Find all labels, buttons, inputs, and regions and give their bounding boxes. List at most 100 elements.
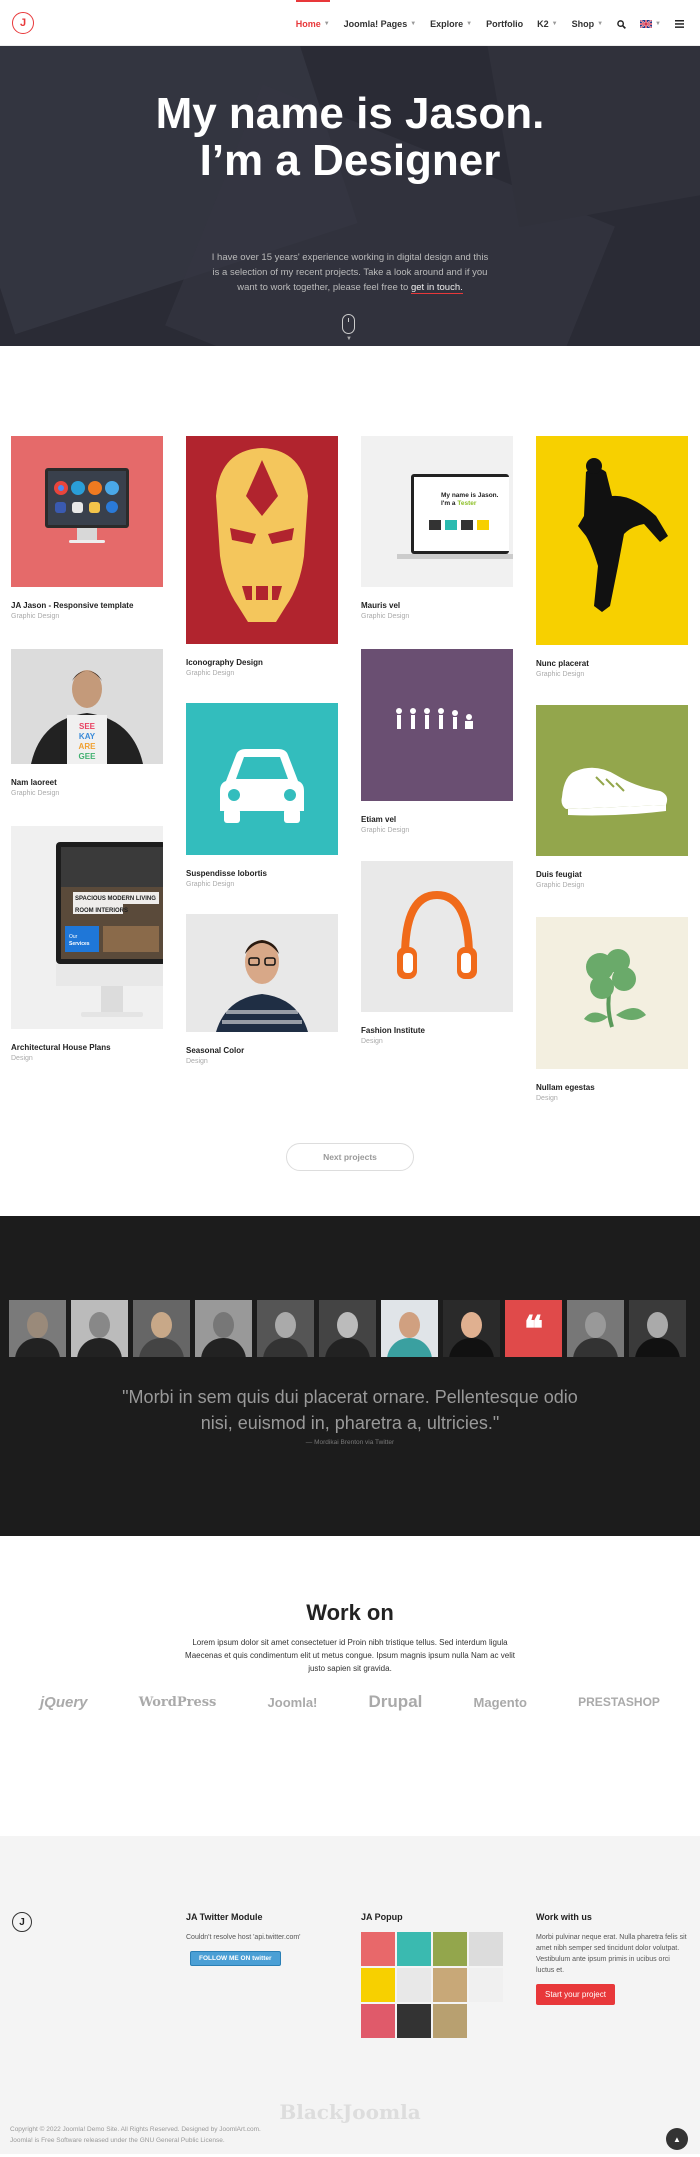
svg-text:SEE: SEE bbox=[79, 722, 96, 731]
portfolio-item[interactable]: Seasonal Color Design bbox=[186, 914, 338, 1065]
watermark: BlackJoomla bbox=[279, 2100, 421, 2124]
portfolio-thumb bbox=[186, 914, 338, 1032]
avatar[interactable] bbox=[71, 1300, 128, 1357]
portfolio-item[interactable]: Duis feugiat Graphic Design bbox=[536, 705, 688, 889]
gallery-thumb[interactable] bbox=[397, 2004, 431, 2038]
nav-label: Joomla! Pages bbox=[343, 19, 408, 29]
portfolio-item[interactable]: Iconography Design Graphic Design bbox=[186, 436, 338, 677]
portfolio-item-title: Nam laoreet bbox=[11, 778, 57, 787]
portfolio-item-category: Design bbox=[11, 1055, 33, 1062]
portfolio-item-title: Suspendisse lobortis bbox=[186, 869, 267, 878]
portfolio-item-category: Graphic Design bbox=[361, 827, 410, 834]
nav-item-explore[interactable]: Explore ▼ bbox=[430, 0, 472, 46]
portfolio-item[interactable]: Suspendisse lobortis Graphic Design bbox=[186, 703, 338, 888]
quote-icon[interactable]: ❝ bbox=[505, 1300, 562, 1357]
portfolio-item[interactable]: SPACIOUS MODERN LIVING ROOM INTERIORS Ou… bbox=[11, 826, 163, 1062]
joomlart-link[interactable]: JoomlArt.com. bbox=[219, 2126, 261, 2133]
jquery-logo: jQuery bbox=[40, 1693, 88, 1711]
avatar[interactable] bbox=[443, 1300, 500, 1357]
gallery-thumb[interactable] bbox=[469, 1932, 503, 1966]
work-on-section: Work on Lorem ipsum dolor sit amet conse… bbox=[0, 1536, 700, 1836]
avatar[interactable] bbox=[319, 1300, 376, 1357]
avatar[interactable] bbox=[381, 1300, 438, 1357]
portfolio-thumb bbox=[536, 917, 688, 1069]
evolution-silhouettes-illustration bbox=[361, 649, 513, 801]
gallery-thumb[interactable] bbox=[433, 1968, 467, 2002]
chevron-down-icon: ▼ bbox=[346, 336, 352, 342]
nav-item-home[interactable]: Home ▼ bbox=[295, 0, 330, 46]
chevron-down-icon: ▼ bbox=[410, 21, 417, 27]
gpl-link[interactable]: GNU General Public License. bbox=[140, 2137, 225, 2144]
language-switcher[interactable]: ▼ bbox=[640, 0, 661, 46]
site-footer: J JA Twitter Module Couldn't resolve hos… bbox=[0, 1836, 700, 2154]
svg-text:ROOM INTERIORS: ROOM INTERIORS bbox=[75, 908, 128, 914]
quote-mark: ❝ bbox=[523, 1307, 544, 1349]
portfolio-item[interactable]: Nullam egestas Design bbox=[536, 917, 688, 1102]
testimonial-section: ❝ "Morbi in sem quis dui placerat ornare… bbox=[0, 1216, 700, 1536]
portfolio-item-title: Mauris vel bbox=[361, 601, 401, 610]
gallery-thumb[interactable] bbox=[361, 1968, 395, 2002]
portfolio-item-title: Architectural House Plans bbox=[11, 1043, 111, 1052]
hero-title-line: I’m a Designer bbox=[199, 136, 501, 185]
avatar[interactable] bbox=[257, 1300, 314, 1357]
breakdancer-silhouette-illustration bbox=[536, 436, 688, 645]
iron-man-mask-illustration bbox=[186, 436, 338, 644]
start-project-button[interactable]: Start your project bbox=[536, 1984, 615, 2005]
prestashop-logo: PRESTASHOP bbox=[578, 1695, 660, 1709]
section-text: Lorem ipsum dolor sit amet consectetuer … bbox=[185, 1638, 515, 1673]
popup-module: JA Popup bbox=[361, 1912, 521, 2038]
footer-logo[interactable]: J bbox=[12, 1912, 32, 1932]
testimonial-author: — Mordikai Brenton via Twitter bbox=[305, 1439, 395, 1446]
gallery-thumb[interactable] bbox=[433, 1932, 467, 1966]
portfolio-item[interactable]: Fashion Institute Design bbox=[361, 861, 513, 1045]
gallery-thumb[interactable] bbox=[361, 2004, 395, 2038]
portfolio-item-category: Graphic Design bbox=[186, 881, 235, 888]
gallery-thumb[interactable] bbox=[397, 1968, 431, 2002]
avatar[interactable] bbox=[9, 1300, 66, 1357]
laptop-mockup-illustration bbox=[361, 436, 513, 587]
drupal-logo: Drupal bbox=[368, 1692, 423, 1711]
work-with-us: Work with us Morbi pulvinar neque erat. … bbox=[536, 1912, 690, 2005]
nav-label: K2 bbox=[537, 19, 549, 29]
avatar[interactable] bbox=[629, 1300, 686, 1357]
portfolio-item[interactable]: My name is Jason. I'm a Tester Mauris vel… bbox=[361, 436, 513, 620]
svg-text:GEE: GEE bbox=[79, 752, 97, 761]
gallery-thumb[interactable] bbox=[361, 1932, 395, 1966]
gallery-thumb[interactable] bbox=[469, 1968, 503, 2002]
module-title: JA Twitter Module bbox=[186, 1912, 263, 1922]
next-projects-button[interactable]: Next projects bbox=[286, 1143, 414, 1171]
portfolio-item[interactable]: Nunc placerat Graphic Design bbox=[536, 436, 688, 678]
portfolio-item[interactable]: SEE KAY ARE GEE Nam laoreet Graphic Desi… bbox=[11, 649, 163, 797]
svg-text:ARE: ARE bbox=[79, 742, 97, 751]
portfolio-item-category: Design bbox=[536, 1095, 558, 1102]
site-header: J Home ▼ Joomla! Pages ▼ Explore ▼ Portfoli… bbox=[0, 0, 700, 46]
get-in-touch-link[interactable]: get in touch. bbox=[410, 282, 463, 294]
popup-gallery bbox=[361, 1932, 521, 2038]
nav-item-shop[interactable]: Shop ▼ bbox=[572, 0, 603, 46]
gallery-thumb[interactable] bbox=[397, 1932, 431, 1966]
scroll-mouse-icon[interactable] bbox=[342, 314, 355, 334]
nav-item-joomla-pages[interactable]: Joomla! Pages ▼ bbox=[344, 0, 416, 46]
portfolio-item[interactable]: JA Jason - Responsive template Graphic D… bbox=[11, 436, 163, 620]
portfolio-item-category: Graphic Design bbox=[536, 671, 585, 678]
man-glasses-photo bbox=[186, 914, 338, 1032]
follow-twitter-button[interactable]: FOLLOW ME ON twitter bbox=[190, 1951, 281, 1966]
avatar[interactable] bbox=[567, 1300, 624, 1357]
avatar[interactable] bbox=[133, 1300, 190, 1357]
nav-item-k2[interactable]: K2 ▼ bbox=[537, 0, 557, 46]
portfolio-item[interactable]: Etiam vel Graphic Design bbox=[361, 649, 513, 834]
search-icon[interactable] bbox=[617, 0, 626, 46]
portfolio-item-category: Design bbox=[361, 1038, 383, 1045]
gallery-thumb[interactable] bbox=[433, 2004, 467, 2038]
avatar[interactable] bbox=[195, 1300, 252, 1357]
site-logo[interactable]: J bbox=[12, 12, 34, 34]
copyright-text: Copyright © 2022 Joomla! Demo Site. All … bbox=[10, 2126, 218, 2133]
portfolio-thumb: My name is Jason. I'm a Tester bbox=[361, 436, 513, 587]
nav-item-portfolio[interactable]: Portfolio bbox=[486, 0, 523, 46]
back-to-top-icon[interactable]: ▲ bbox=[666, 2128, 688, 2150]
menu-icon[interactable] bbox=[675, 0, 684, 46]
mockup-headline: My name is Jason. I'm a Tester bbox=[441, 492, 499, 507]
car-icon bbox=[186, 703, 338, 855]
portfolio-thumb bbox=[361, 861, 513, 1012]
copyright: Copyright © 2022 Joomla! Demo Site. All … bbox=[10, 2124, 261, 2146]
